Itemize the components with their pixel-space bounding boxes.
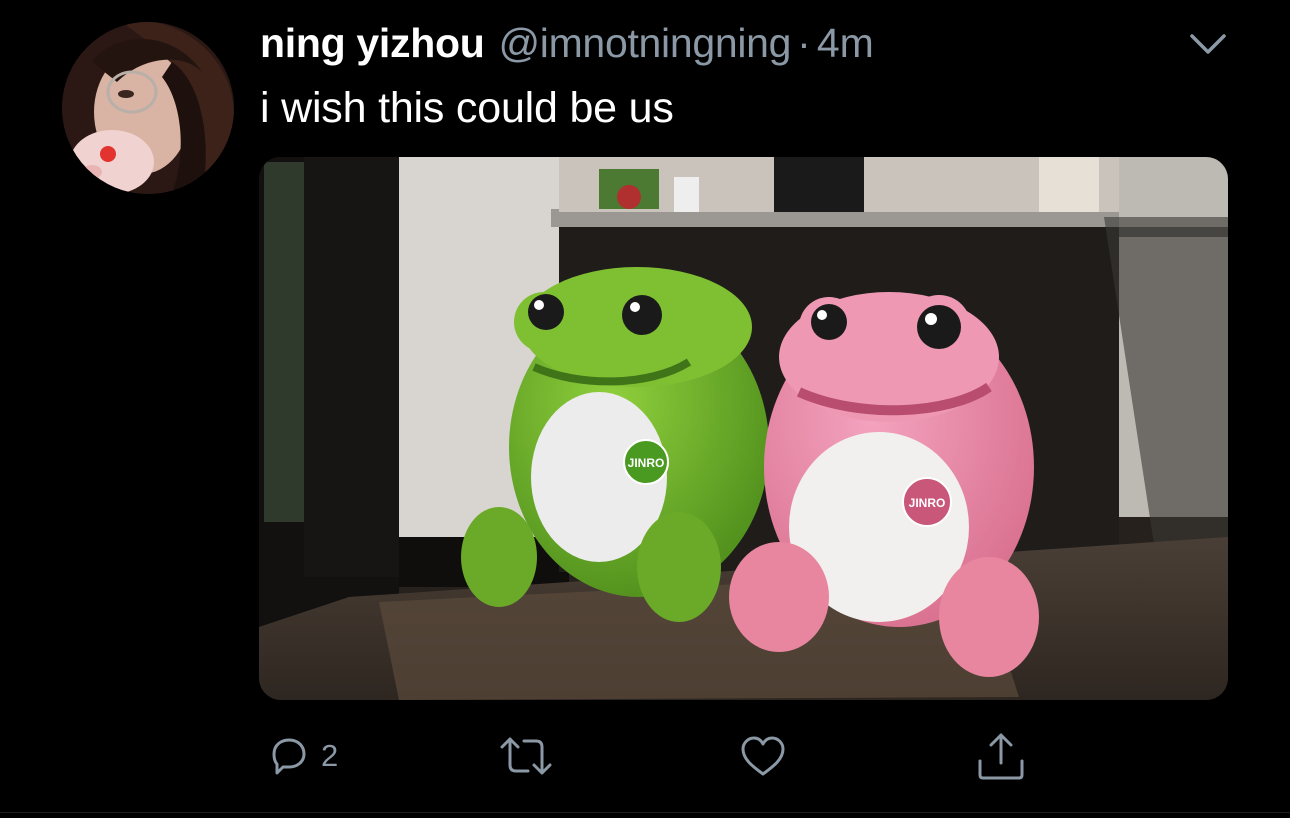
tweet-actions: 2 — [0, 728, 1290, 788]
reply-icon — [272, 738, 306, 775]
avatar[interactable] — [62, 22, 234, 194]
like-icon — [741, 736, 785, 776]
tweet[interactable]: ning yizhou @imnotningning · 4m i wish t… — [0, 0, 1290, 818]
reply-count: 2 — [321, 738, 339, 773]
divider — [0, 812, 1290, 813]
author-handle[interactable]: @imnotningning — [498, 20, 791, 67]
frog-right-badge: JINRO — [909, 496, 946, 510]
share-icon — [978, 733, 1024, 780]
tweet-header: ning yizhou @imnotningning · 4m — [260, 20, 874, 76]
share-button[interactable] — [975, 728, 1027, 784]
tweet-text: i wish this could be us — [260, 84, 674, 132]
like-button[interactable] — [738, 728, 788, 784]
frog-left-badge: JINRO — [628, 456, 665, 470]
separator-dot: · — [797, 20, 811, 66]
author-name[interactable]: ning yizhou — [260, 20, 485, 67]
chevron-down-icon[interactable] — [1188, 28, 1228, 60]
retweet-icon — [500, 737, 552, 775]
tweet-photo[interactable]: JINRO JINRO — [259, 157, 1228, 700]
retweet-button[interactable] — [496, 728, 556, 784]
timestamp[interactable]: 4m — [817, 20, 874, 67]
reply-button[interactable]: 2 — [265, 728, 338, 784]
